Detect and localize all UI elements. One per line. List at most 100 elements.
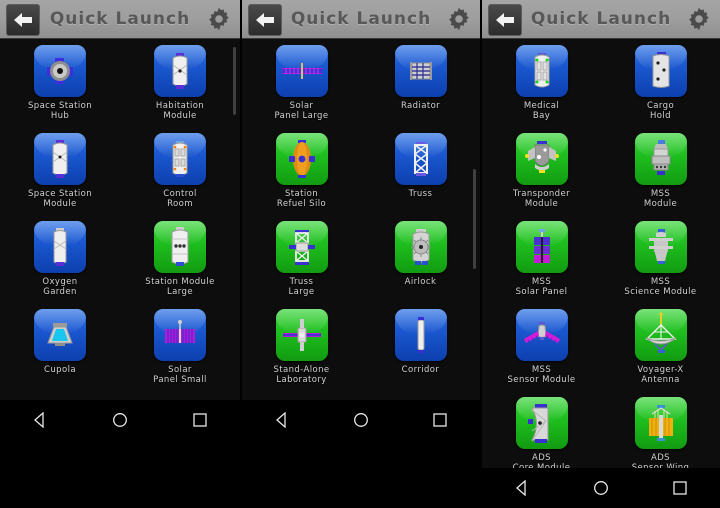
app-bar: Quick Launch — [482, 0, 720, 39]
icon-grid: Medical Bay Cargo Hold Transponder Modul… — [482, 39, 720, 479]
back-triangle-icon — [275, 412, 286, 428]
truss-large-icon — [275, 221, 328, 273]
launcher-item[interactable]: MSS Science Module — [601, 215, 720, 303]
settings-button[interactable] — [444, 4, 474, 34]
back-button[interactable] — [488, 4, 522, 36]
android-nav-bar — [0, 400, 240, 440]
scrollbar-middle[interactable] — [473, 169, 476, 269]
launcher-item-label: Truss — [408, 189, 433, 199]
launcher-item[interactable]: MSS Sensor Module — [482, 303, 601, 391]
launcher-item[interactable]: Radiator — [361, 39, 480, 127]
launcher-item-label: Station Refuel Silo — [276, 189, 327, 209]
recents-square-icon — [193, 413, 207, 427]
launcher-item[interactable]: Voyager-X Antenna — [601, 303, 720, 391]
back-arrow-icon — [14, 13, 32, 27]
launcher-item[interactable]: Space Station Hub — [0, 39, 120, 127]
radiator-icon — [394, 45, 447, 97]
ads-core-module-icon — [515, 397, 568, 449]
nav-recents-button[interactable] — [182, 405, 218, 435]
mss-solar-panel-icon — [515, 221, 568, 273]
gear-icon — [209, 7, 229, 31]
quick-launch-panel-middle: Quick Launch Solar Panel Large Radiator — [242, 0, 480, 440]
settings-button[interactable] — [684, 4, 714, 34]
stand-alone-laboratory-icon — [275, 309, 328, 361]
launcher-item[interactable]: Habitation Module — [120, 39, 240, 127]
nav-back-button[interactable] — [504, 473, 540, 503]
launcher-item[interactable]: Control Room — [120, 127, 240, 215]
scrollbar-left[interactable] — [233, 47, 236, 115]
launcher-item[interactable]: Airlock — [361, 215, 480, 303]
launcher-item[interactable]: Station Refuel Silo — [242, 127, 361, 215]
mss-module-icon — [634, 133, 687, 185]
launcher-item-label: Space Station Module — [27, 189, 93, 209]
icon-grid-wrapper: Medical Bay Cargo Hold Transponder Modul… — [482, 39, 720, 473]
launcher-item-label: Transponder Module — [513, 189, 570, 209]
launcher-item-label: Solar Panel Small — [153, 365, 207, 385]
launcher-item[interactable]: Oxygen Garden — [0, 215, 120, 303]
cupola-icon — [34, 309, 86, 361]
recents-square-icon — [433, 413, 447, 427]
nav-recents-button[interactable] — [662, 473, 698, 503]
space-station-module-icon — [34, 133, 86, 185]
back-triangle-icon — [34, 412, 44, 428]
corridor-icon — [394, 309, 447, 361]
nav-back-button[interactable] — [22, 405, 58, 435]
launcher-item[interactable]: Transponder Module — [482, 127, 601, 215]
nav-recents-button[interactable] — [422, 405, 458, 435]
launcher-item[interactable]: Space Station Module — [0, 127, 120, 215]
launcher-item[interactable]: Cargo Hold — [601, 39, 720, 127]
launcher-item[interactable]: Truss — [361, 127, 480, 215]
launcher-item-label: MSS Module — [643, 189, 678, 209]
launcher-item-label: Medical Bay — [523, 101, 560, 121]
nav-back-button[interactable] — [264, 405, 300, 435]
launcher-item[interactable]: Corridor — [361, 303, 480, 391]
launcher-item[interactable]: Medical Bay — [482, 39, 601, 127]
launcher-item[interactable]: MSS Module — [601, 127, 720, 215]
home-circle-icon — [113, 413, 127, 427]
mss-sensor-module-icon — [515, 309, 568, 361]
solar-panel-large-icon — [275, 45, 328, 97]
icon-grid: Space Station Hub Habitation Module Spac… — [0, 39, 240, 391]
launcher-item[interactable]: Cupola — [0, 303, 120, 391]
nav-home-button[interactable] — [583, 473, 619, 503]
habitation-module-icon — [154, 45, 206, 97]
back-arrow-icon — [256, 13, 274, 27]
ads-sensor-wing-icon — [634, 397, 687, 449]
nav-home-button[interactable] — [102, 405, 138, 435]
space-station-hub-icon — [34, 45, 86, 97]
cargo-hold-icon — [634, 45, 687, 97]
launcher-item-label: Radiator — [400, 101, 441, 111]
launcher-item[interactable]: ADS Core Module — [482, 391, 601, 479]
app-bar: Quick Launch — [242, 0, 480, 39]
launcher-item-label: Cargo Hold — [646, 101, 675, 121]
gear-icon — [449, 7, 469, 31]
solar-panel-small-icon — [154, 309, 206, 361]
home-circle-icon — [594, 481, 608, 495]
settings-button[interactable] — [204, 4, 234, 34]
launcher-item-label: Station Module Large — [145, 277, 215, 297]
quick-launch-panel-left: Quick Launch Space Station Hub Habitatio… — [0, 0, 240, 440]
launcher-item-label: Airlock — [404, 277, 437, 287]
back-button[interactable] — [248, 4, 282, 36]
app-screen: Quick Launch Space Station Hub Habitatio… — [0, 0, 720, 508]
launcher-item[interactable]: Truss Large — [242, 215, 361, 303]
launcher-item[interactable]: Station Module Large — [120, 215, 240, 303]
back-arrow-icon — [496, 13, 514, 27]
home-circle-icon — [354, 413, 368, 427]
launcher-item[interactable]: Solar Panel Small — [120, 303, 240, 391]
launcher-item[interactable]: ADS Sensor Wing — [601, 391, 720, 479]
launcher-item[interactable]: MSS Solar Panel — [482, 215, 601, 303]
launcher-item-label: Space Station Hub — [27, 101, 93, 121]
launcher-item[interactable]: Solar Panel Large — [242, 39, 361, 127]
launcher-item-label: Truss Large — [288, 277, 315, 297]
back-triangle-icon — [515, 480, 526, 496]
launcher-item[interactable]: Stand-Alone Laboratory — [242, 303, 361, 391]
voyager-x-antenna-icon — [634, 309, 687, 361]
android-nav-bar — [482, 468, 720, 508]
launcher-item-label: Voyager-X Antenna — [637, 365, 684, 385]
back-button[interactable] — [6, 4, 40, 36]
icon-grid-wrapper: Solar Panel Large Radiator Station Refue… — [242, 39, 480, 401]
station-module-large-icon — [154, 221, 206, 273]
launcher-item-label: Control Room — [163, 189, 197, 209]
nav-home-button[interactable] — [343, 405, 379, 435]
